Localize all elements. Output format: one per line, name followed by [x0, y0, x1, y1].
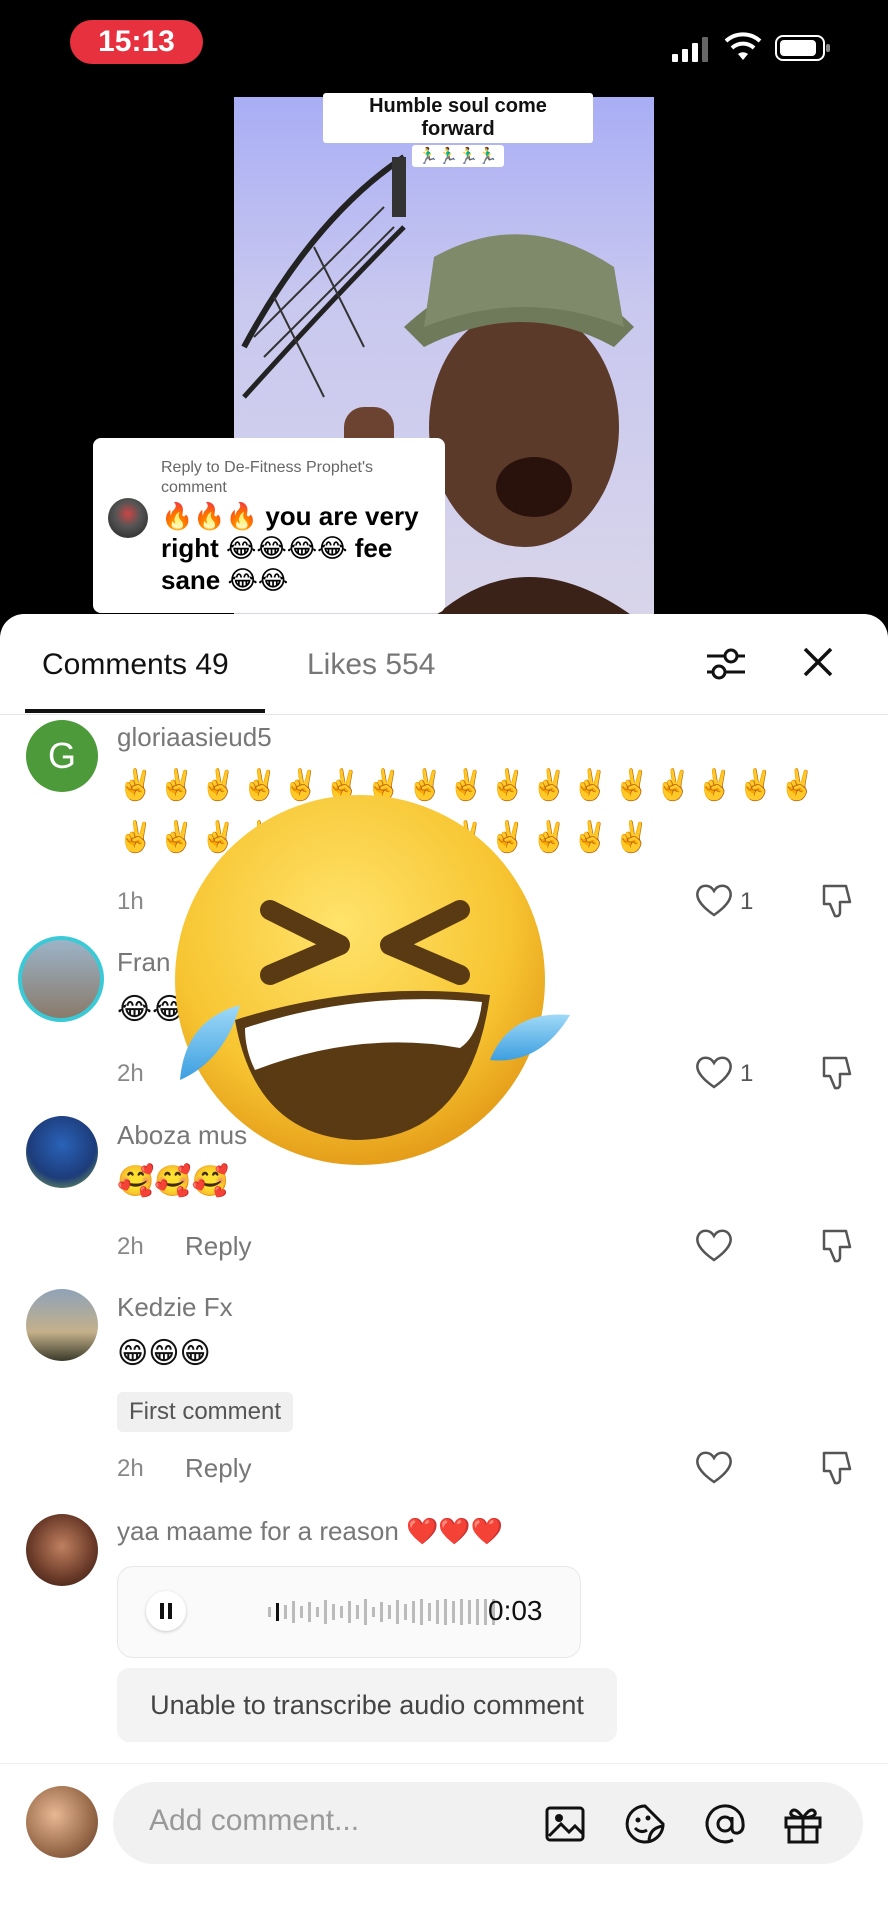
heart-icon[interactable]	[694, 1227, 734, 1263]
dislike-icon[interactable]	[818, 1054, 858, 1092]
comment-time: 2h	[117, 1233, 144, 1260]
transcribe-note: Unable to transcribe audio comment	[117, 1668, 617, 1742]
pause-button[interactable]	[146, 1591, 186, 1631]
tab-comments[interactable]: Comments 49	[42, 648, 229, 682]
tab-likes[interactable]: Likes 554	[307, 648, 435, 682]
dislike-icon[interactable]	[818, 1449, 858, 1487]
wifi-icon	[724, 32, 762, 60]
signal-icon	[672, 37, 708, 62]
comment-input-bar: Add comment...	[0, 1763, 888, 1921]
avatar[interactable]	[26, 1289, 98, 1361]
first-comment-badge: First comment	[117, 1392, 294, 1432]
laughing-emoji-overlay	[175, 795, 570, 1165]
video-caption: Humble soul come forward 🏃‍♂️🏃‍♂️🏃‍♂️🏃‍♂…	[323, 93, 593, 167]
comment-input-placeholder: Add comment...	[149, 1804, 360, 1837]
video-caption-line2: 🏃‍♂️🏃‍♂️🏃‍♂️🏃‍♂️	[412, 145, 504, 167]
comment-username[interactable]: gloriaasieud5	[117, 722, 272, 753]
pause-icon	[160, 1603, 172, 1619]
reply-button[interactable]: Reply	[185, 1231, 251, 1262]
avatar[interactable]	[26, 1514, 98, 1586]
status-time: 15:13	[70, 20, 203, 64]
comment-time: 2h	[117, 1060, 144, 1087]
comment-username[interactable]: Kedzie Fx	[117, 1292, 233, 1323]
active-tab-indicator	[25, 709, 265, 713]
audio-comment-player[interactable]: 0:03	[117, 1566, 581, 1658]
reply-card-avatar	[108, 498, 148, 538]
like-count: 1	[740, 888, 754, 915]
comment-username[interactable]: yaa maame for a reason ❤️❤️❤️	[117, 1516, 503, 1547]
gift-icon[interactable]	[781, 1802, 825, 1846]
comment-text: 😁😁😁	[117, 1337, 211, 1370]
comment-input[interactable]: Add comment...	[113, 1782, 863, 1864]
sticker-icon[interactable]	[623, 1802, 667, 1846]
dislike-icon[interactable]	[818, 1227, 858, 1265]
image-icon[interactable]	[543, 1802, 587, 1846]
heart-icon[interactable]	[694, 1449, 734, 1485]
mention-icon[interactable]	[703, 1802, 747, 1846]
avatar[interactable]	[18, 936, 104, 1022]
status-bar: 15:13	[0, 0, 888, 90]
reply-card-text: 🔥🔥🔥 you are very right 😂😂😂😂 fee sane 😂😂	[161, 501, 419, 595]
comment-time: 1h	[117, 888, 144, 915]
heart-icon[interactable]	[694, 1054, 734, 1090]
filter-icon[interactable]	[705, 644, 747, 684]
comment-time: 2h	[117, 1455, 144, 1482]
heart-icon[interactable]	[694, 882, 734, 918]
video-caption-line1: Humble soul come forward	[323, 93, 593, 143]
reply-button[interactable]: Reply	[185, 1453, 251, 1484]
like-count: 1	[740, 1060, 754, 1087]
my-avatar	[26, 1786, 98, 1858]
tabs-bar: Comments 49 Likes 554	[0, 614, 888, 715]
dislike-icon[interactable]	[818, 882, 858, 920]
battery-icon	[775, 35, 830, 61]
reply-card[interactable]: Reply to De-Fitness Prophet's comment 🔥🔥…	[93, 438, 445, 613]
reply-card-header: Reply to De-Fitness Prophet's comment	[161, 459, 374, 496]
avatar[interactable]	[26, 1116, 98, 1188]
audio-duration: 0:03	[488, 1595, 543, 1626]
close-icon[interactable]	[800, 644, 836, 680]
avatar[interactable]: G	[26, 720, 98, 792]
